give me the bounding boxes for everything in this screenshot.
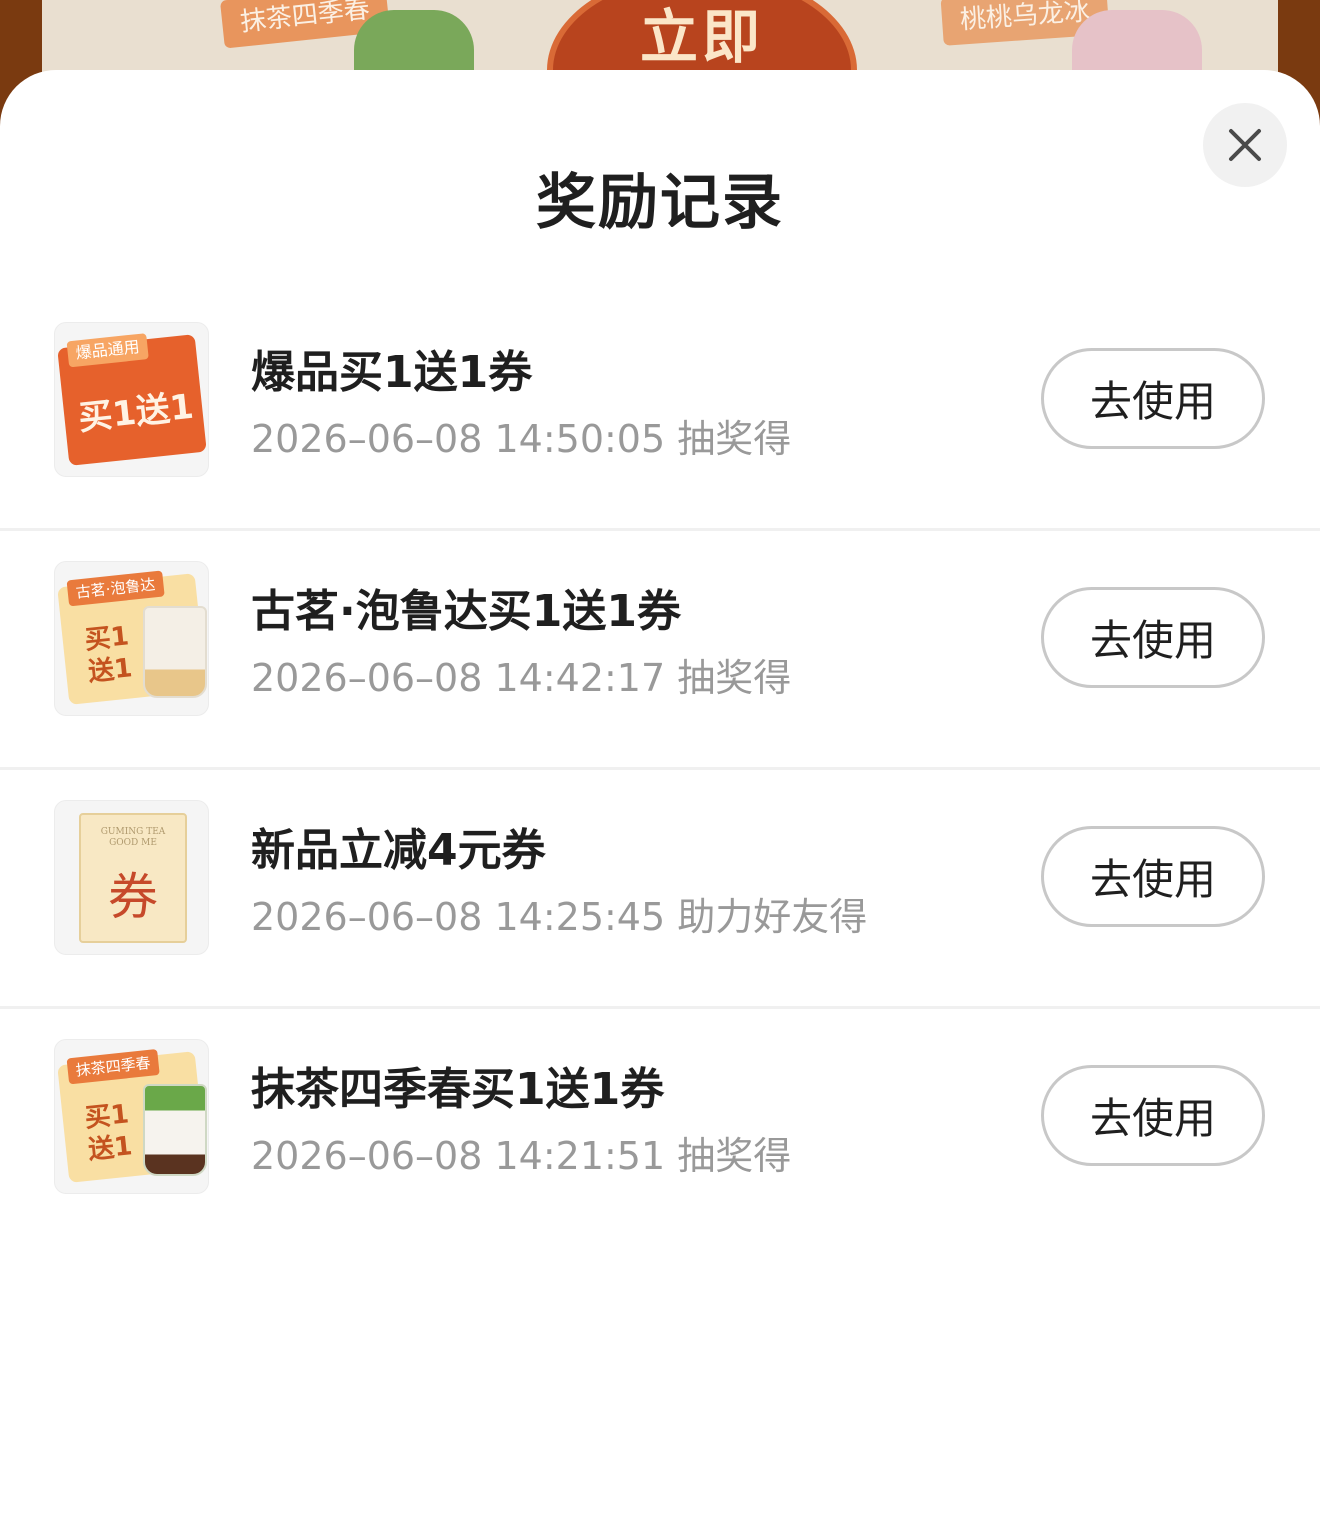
coupon-meta: 2026–06–08 14:42:17 抽奖得 bbox=[251, 656, 792, 700]
coupon-meta: 2026–06–08 14:50:05 抽奖得 bbox=[251, 417, 792, 461]
coupon-thumbnail-line1: GUMING TEA bbox=[100, 827, 166, 837]
reward-records-sheet: 奖励记录 爆品通用 买1送1 爆品买1送1券 2026–06–08 14:50:… bbox=[0, 70, 1320, 1527]
close-icon bbox=[1229, 129, 1261, 161]
coupon-thumbnail-tag: 爆品通用 bbox=[66, 333, 149, 368]
coupon-thumbnail: 古茗·泡鲁达 买1 送1 bbox=[54, 561, 209, 716]
coupon-name: 新品立减4元券 bbox=[251, 825, 546, 876]
records-list: 爆品通用 买1送1 爆品买1送1券 2026–06–08 14:50:05 抽奖… bbox=[0, 292, 1320, 1248]
coupon-meta: 2026–06–08 14:25:45 助力好友得 bbox=[251, 895, 868, 939]
coupon-thumbnail-text: 买1 送1 bbox=[83, 620, 134, 688]
record-item: 爆品通用 买1送1 爆品买1送1券 2026–06–08 14:50:05 抽奖… bbox=[0, 292, 1320, 531]
coupon-note-image: GUMING TEA GOOD ME 券 bbox=[79, 813, 187, 943]
use-coupon-button[interactable]: 去使用 bbox=[1041, 348, 1265, 449]
coupon-thumbnail-tag: 古茗·泡鲁达 bbox=[66, 570, 165, 607]
coupon-thumbnail: GUMING TEA GOOD ME 券 bbox=[54, 800, 209, 955]
coupon-thumbnail-line2: 送1 bbox=[86, 1131, 134, 1166]
drink-cup-image bbox=[143, 606, 207, 698]
drink-cup-image bbox=[143, 1084, 207, 1176]
record-item: 古茗·泡鲁达 买1 送1 古茗·泡鲁达买1送1券 2026–06–08 14:4… bbox=[0, 531, 1320, 770]
close-button[interactable] bbox=[1203, 103, 1287, 187]
record-item: GUMING TEA GOOD ME 券 新品立减4元券 2026–06–08 … bbox=[0, 770, 1320, 1009]
coupon-name: 古茗·泡鲁达买1送1券 bbox=[251, 586, 681, 637]
coupon-thumbnail-line2: 送1 bbox=[86, 653, 134, 688]
coupon-thumbnail-line1: 买1 bbox=[83, 621, 131, 656]
coupon-thumbnail-char: 券 bbox=[108, 868, 158, 926]
coupon-thumbnail-text: 买1送1 bbox=[76, 386, 196, 439]
coupon-thumbnail-line1: 买1 bbox=[83, 1099, 131, 1134]
record-item: 抹茶四季春 买1 送1 抹茶四季春买1送1券 2026–06–08 14:21:… bbox=[0, 1009, 1320, 1248]
use-coupon-button[interactable]: 去使用 bbox=[1041, 826, 1265, 927]
coupon-thumbnail-brand: GUMING TEA GOOD ME bbox=[81, 827, 185, 849]
coupon-ticket-image: 爆品通用 买1送1 bbox=[57, 333, 207, 466]
coupon-name: 爆品买1送1券 bbox=[251, 347, 533, 398]
coupon-meta: 2026–06–08 14:21:51 抽奖得 bbox=[251, 1134, 792, 1178]
use-coupon-button[interactable]: 去使用 bbox=[1041, 587, 1265, 688]
coupon-name: 抹茶四季春买1送1券 bbox=[251, 1064, 665, 1115]
coupon-thumbnail: 爆品通用 买1送1 bbox=[54, 322, 209, 477]
background-cta-text: 立即 bbox=[639, 3, 764, 71]
coupon-thumbnail: 抹茶四季春 买1 送1 bbox=[54, 1039, 209, 1194]
coupon-thumbnail-text: 买1 送1 bbox=[83, 1098, 134, 1166]
coupon-thumbnail-line2: GOOD ME bbox=[109, 838, 157, 848]
sheet-title: 奖励记录 bbox=[536, 168, 784, 238]
use-coupon-button[interactable]: 去使用 bbox=[1041, 1065, 1265, 1166]
coupon-thumbnail-tag: 抹茶四季春 bbox=[66, 1049, 160, 1085]
